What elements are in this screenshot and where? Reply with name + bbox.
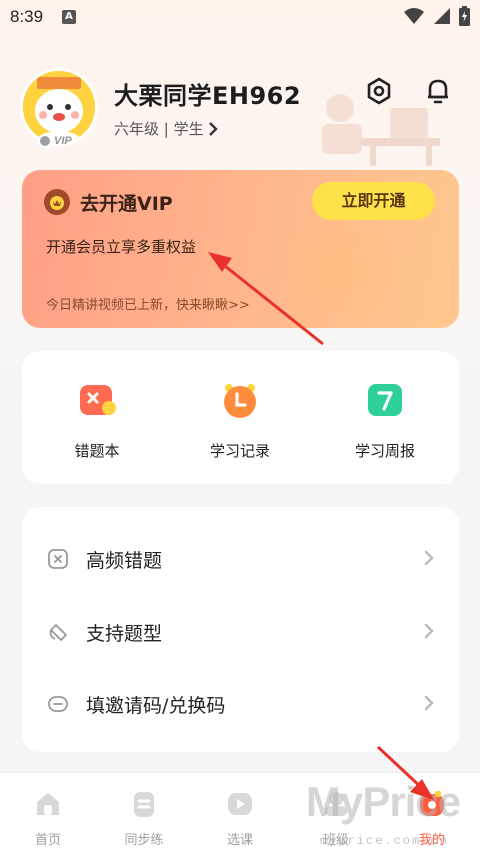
tool-label: 学习记录 (209, 442, 270, 460)
menu-label: 高频错题 (86, 550, 163, 572)
tool-mistake-book[interactable]: 错题本 (37, 381, 157, 461)
signal-icon (434, 8, 450, 24)
quick-tools: 错题本 学习记录 学习周报 (22, 351, 459, 484)
calendar-icon (368, 384, 402, 416)
chevron-right-icon (424, 695, 434, 711)
tab-courses[interactable]: 选课 (200, 789, 280, 848)
watermark: MyPrice (306, 778, 461, 825)
tab-label: 首页 (34, 833, 61, 848)
status-time: 8:39 (10, 7, 44, 26)
tool-study-record[interactable]: 学习记录 (180, 381, 300, 461)
home-icon (37, 793, 59, 815)
avatar[interactable]: VIP (20, 68, 98, 148)
battery-icon (459, 6, 470, 26)
menu-item-supported-types[interactable]: 支持题型 (22, 595, 459, 667)
tab-home[interactable]: 首页 (8, 789, 88, 848)
vip-promo-link[interactable]: 今日精讲视频已上新，快来瞅瞅>> (46, 294, 250, 313)
mistake-icon (48, 549, 68, 569)
bell-icon[interactable] (423, 76, 453, 106)
ticket-icon (48, 696, 68, 712)
menu-item-invite-code[interactable]: 填邀请码/兑换码 (22, 667, 459, 739)
menu-item-frequent-mistakes[interactable]: 高频错题 (22, 522, 459, 594)
notebook-icon (134, 792, 154, 817)
activate-vip-button[interactable]: 立即开通 (312, 182, 435, 220)
grade-role-text: 六年级 | 学生 (114, 120, 204, 138)
clock-icon (224, 384, 256, 418)
play-icon (228, 793, 252, 815)
grade-role-link[interactable]: 六年级 | 学生 (114, 118, 218, 139)
vip-subtitle: 开通会员立享多重权益 (46, 238, 197, 256)
tool-label: 错题本 (74, 442, 120, 460)
menu-label: 支持题型 (86, 623, 163, 645)
vip-badge-icon (38, 134, 52, 148)
status-indicators (403, 6, 470, 26)
card-decoration (279, 210, 399, 328)
vip-badge: VIP (38, 132, 84, 150)
tool-weekly-report[interactable]: 学习周报 (325, 381, 445, 461)
menu-label: 填邀请码/兑换码 (86, 695, 226, 717)
mistake-book-icon (80, 385, 116, 415)
settings-icon[interactable] (364, 76, 394, 106)
wifi-icon (404, 8, 424, 24)
tag-icon (49, 624, 67, 641)
tab-label: 同步练 (124, 833, 164, 848)
chevron-right-icon (424, 550, 434, 566)
notification-app-icon: A (62, 10, 76, 24)
chevron-right-icon (208, 121, 218, 136)
chevron-right-icon (424, 623, 434, 639)
vip-title: 去开通VIP (80, 193, 173, 215)
username[interactable]: 大栗同学EH962 (114, 76, 301, 111)
vip-promo-card[interactable]: 去开通VIP 开通会员立享多重权益 今日精讲视频已上新，快来瞅瞅>> 立即开通 (22, 170, 459, 328)
vip-badge-label: VIP (54, 135, 72, 147)
crown-icon (44, 189, 70, 215)
tab-sync-practice[interactable]: 同步练 (104, 789, 184, 848)
tool-label: 学习周报 (354, 442, 415, 460)
tab-label: 选课 (226, 833, 253, 848)
watermark-url: myprice.com.cn (320, 834, 449, 848)
menu-list: 高频错题 支持题型 填邀请码/兑换码 (22, 507, 459, 752)
status-bar: 8:39 A (0, 0, 480, 34)
